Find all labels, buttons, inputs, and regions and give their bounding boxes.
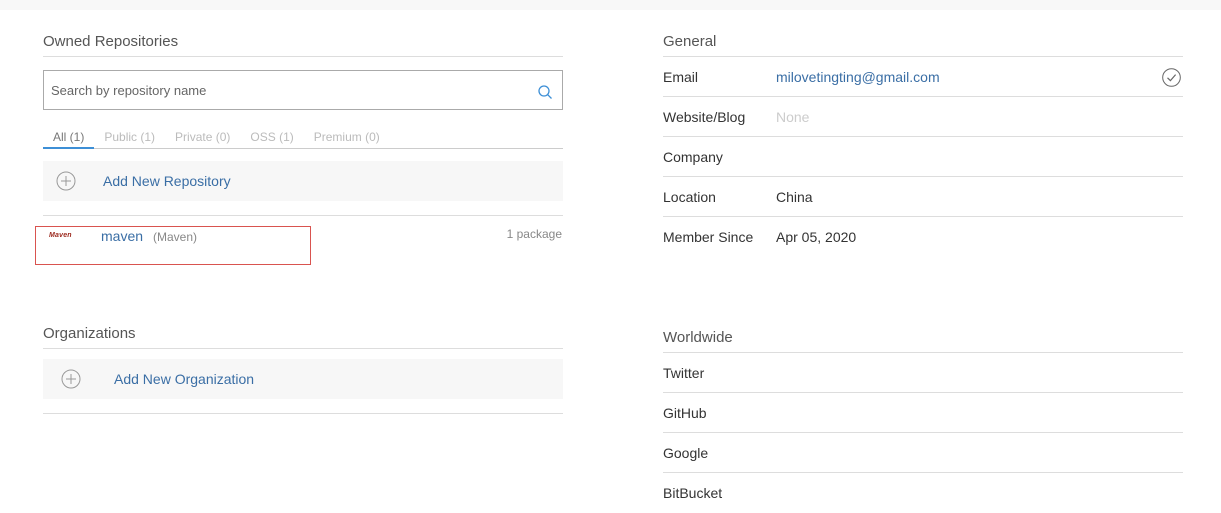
member-since-row: Member Since Apr 05, 2020 [663,217,1183,257]
website-value: None [776,108,810,125]
bitbucket-label: BitBucket [663,485,723,501]
worldwide-section: Worldwide Twitter GitHub Google BitBucke… [663,326,1183,513]
tab-all[interactable]: All (1) [43,130,95,149]
repository-tabs: All (1) Public (1) Private (0) OSS (1) P… [43,130,563,149]
check-circle-icon [1162,68,1181,87]
search-input[interactable] [44,71,514,109]
company-label: Company [663,148,723,165]
maven-logo: Maven [49,232,72,239]
google-label: Google [663,444,709,461]
repository-row[interactable]: Maven maven (Maven) 1 package [35,216,563,268]
github-row: GitHub [663,393,1183,433]
website-row: Website/Blog None [663,97,1183,137]
repository-search [43,70,563,110]
search-icon[interactable] [537,84,553,100]
tab-private[interactable]: Private (0) [165,130,240,148]
organizations-section: Organizations Add New Organization [43,322,563,414]
add-repository-label: Add New Repository [103,173,231,189]
plus-circle-icon [61,369,81,389]
top-bar [0,0,1221,10]
organizations-title: Organizations [43,322,563,349]
twitter-label: Twitter [663,364,705,381]
member-since-label: Member Since [663,229,754,245]
company-row: Company [663,137,1183,177]
email-value[interactable]: milovetingting@gmail.com [776,69,940,85]
package-count: 1 package [506,227,562,241]
tab-premium[interactable]: Premium (0) [304,130,390,148]
location-label: Location [663,188,716,205]
google-row: Google [663,433,1183,473]
website-label: Website/Blog [663,108,746,125]
general-title: General [663,30,1183,57]
email-row: Email milovetingting@gmail.com [663,57,1183,97]
bitbucket-row: BitBucket [663,473,1183,513]
worldwide-title: Worldwide [663,326,1183,353]
repository-type: (Maven) [153,230,198,244]
right-column: General Email milovetingting@gmail.com W… [663,30,1183,513]
email-label: Email [663,68,699,85]
add-organization-button[interactable]: Add New Organization [43,359,563,399]
location-row: Location China [663,177,1183,217]
tab-oss[interactable]: OSS (1) [240,130,303,148]
owned-repositories-title: Owned Repositories [43,30,563,57]
location-value: China [776,188,813,205]
github-label: GitHub [663,404,707,421]
left-column: Owned Repositories All (1) Public (1) Pr… [35,30,563,414]
tab-public[interactable]: Public (1) [94,130,165,148]
repository-name-link[interactable]: maven [101,228,143,244]
plus-circle-icon [56,171,76,191]
member-since-value: Apr 05, 2020 [776,229,857,245]
twitter-row: Twitter [663,353,1183,393]
add-organization-label: Add New Organization [114,371,255,387]
add-repository-button[interactable]: Add New Repository [43,161,563,201]
divider [43,413,563,414]
